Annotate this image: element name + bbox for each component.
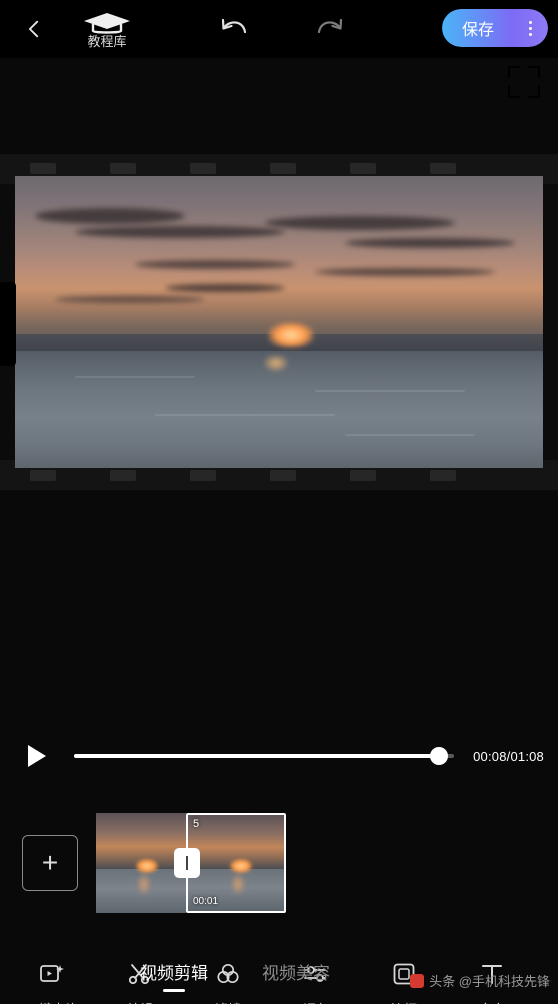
undo-button[interactable] xyxy=(214,9,254,49)
fullscreen-corner-br xyxy=(528,86,540,98)
cloud xyxy=(165,284,285,292)
clip-thumb-sun xyxy=(135,859,158,873)
more-vertical-icon xyxy=(528,20,532,36)
timeline: + 5 00:01 xyxy=(0,804,558,922)
cloud xyxy=(55,296,205,303)
water-ripple xyxy=(75,376,195,378)
water-ripple xyxy=(315,390,465,392)
progress-fill xyxy=(74,754,439,758)
play-button[interactable] xyxy=(12,733,58,779)
clip-duration: 00:01 xyxy=(193,896,219,907)
water-ripple xyxy=(345,434,475,436)
back-button[interactable] xyxy=(12,7,56,51)
film-sprocket xyxy=(350,470,376,481)
watermark: 头条 @手机科技先锋 xyxy=(410,971,550,990)
film-sprocket xyxy=(190,163,216,174)
chevron-left-icon xyxy=(28,20,39,38)
film-sprocket xyxy=(110,470,136,481)
fullscreen-corner-bl xyxy=(508,86,520,98)
trim-handle[interactable] xyxy=(174,848,200,878)
save-group: 保存 xyxy=(441,9,548,47)
film-sprocket xyxy=(430,470,456,481)
progress-slider[interactable] xyxy=(74,747,454,765)
tab-video-beauty[interactable]: 视频美容 xyxy=(262,959,330,992)
clip-thumb-sun-reflection xyxy=(231,872,246,895)
redo-button[interactable] xyxy=(310,9,350,49)
video-preview[interactable] xyxy=(0,154,558,490)
sun xyxy=(268,322,315,348)
cloud xyxy=(315,268,495,276)
cloud xyxy=(35,208,185,224)
undo-arrow-icon xyxy=(221,18,247,34)
film-sprocket xyxy=(110,163,136,174)
time-label: 00:08/01:08 xyxy=(473,748,544,764)
app-logo-label: 教程库 xyxy=(87,34,127,49)
fullscreen-button[interactable] xyxy=(508,66,540,98)
film-sprocket xyxy=(350,163,376,174)
undo-redo-group xyxy=(214,9,350,49)
playback-controls: 00:08/01:08 xyxy=(0,724,558,788)
video-editor-app: 教程库 保存 00:08/01:08 + 5 00:01 视频剪辑 视频美容 头… xyxy=(0,0,558,1004)
clip-list: 5 00:01 xyxy=(96,813,286,913)
add-clip-button[interactable]: + xyxy=(22,835,78,891)
timeline-clip-2[interactable]: 5 00:01 xyxy=(186,813,286,913)
toutiao-logo-icon xyxy=(410,973,425,988)
film-sprocket xyxy=(270,470,296,481)
film-sprocket xyxy=(30,163,56,174)
preview-edge-handle[interactable] xyxy=(0,282,16,366)
water-ripple xyxy=(155,414,335,416)
cloud xyxy=(135,260,295,269)
graduation-cap-icon xyxy=(84,13,130,34)
clip-thumb-sun xyxy=(230,859,253,874)
redo-arrow-icon xyxy=(317,18,343,34)
clip-thumb-sun-reflection xyxy=(136,873,151,895)
more-options-button[interactable] xyxy=(512,9,548,47)
bottom-tabs: 视频剪辑 视频美容 头条 @手机科技先锋 xyxy=(0,946,558,1004)
top-bar: 教程库 保存 xyxy=(0,0,558,58)
watermark-text: 头条 @手机科技先锋 xyxy=(429,974,550,989)
play-icon xyxy=(28,745,46,767)
fullscreen-row xyxy=(0,58,558,104)
cloud xyxy=(75,226,285,238)
fullscreen-corner-tl xyxy=(508,66,520,78)
editor-body: 00:08/01:08 + 5 00:01 视频剪辑 视频美容 头条 @手机科技… xyxy=(0,104,558,1004)
tab-video-edit[interactable]: 视频剪辑 xyxy=(140,959,208,992)
film-sprocket xyxy=(190,470,216,481)
fullscreen-corner-tr xyxy=(528,66,540,78)
save-button[interactable]: 保存 xyxy=(441,9,512,47)
cloud xyxy=(345,238,515,248)
progress-knob[interactable] xyxy=(429,747,448,765)
cloud xyxy=(265,216,455,230)
app-logo: 教程库 xyxy=(74,8,140,50)
trim-handle-icon xyxy=(186,856,188,870)
sun-reflection xyxy=(263,354,290,373)
clip-badge: 5 xyxy=(193,818,200,830)
film-sprocket xyxy=(270,163,296,174)
film-sprocket xyxy=(430,163,456,174)
timeline-clip-1[interactable] xyxy=(96,813,186,913)
video-frame-image xyxy=(15,176,543,468)
film-sprocket xyxy=(30,470,56,481)
